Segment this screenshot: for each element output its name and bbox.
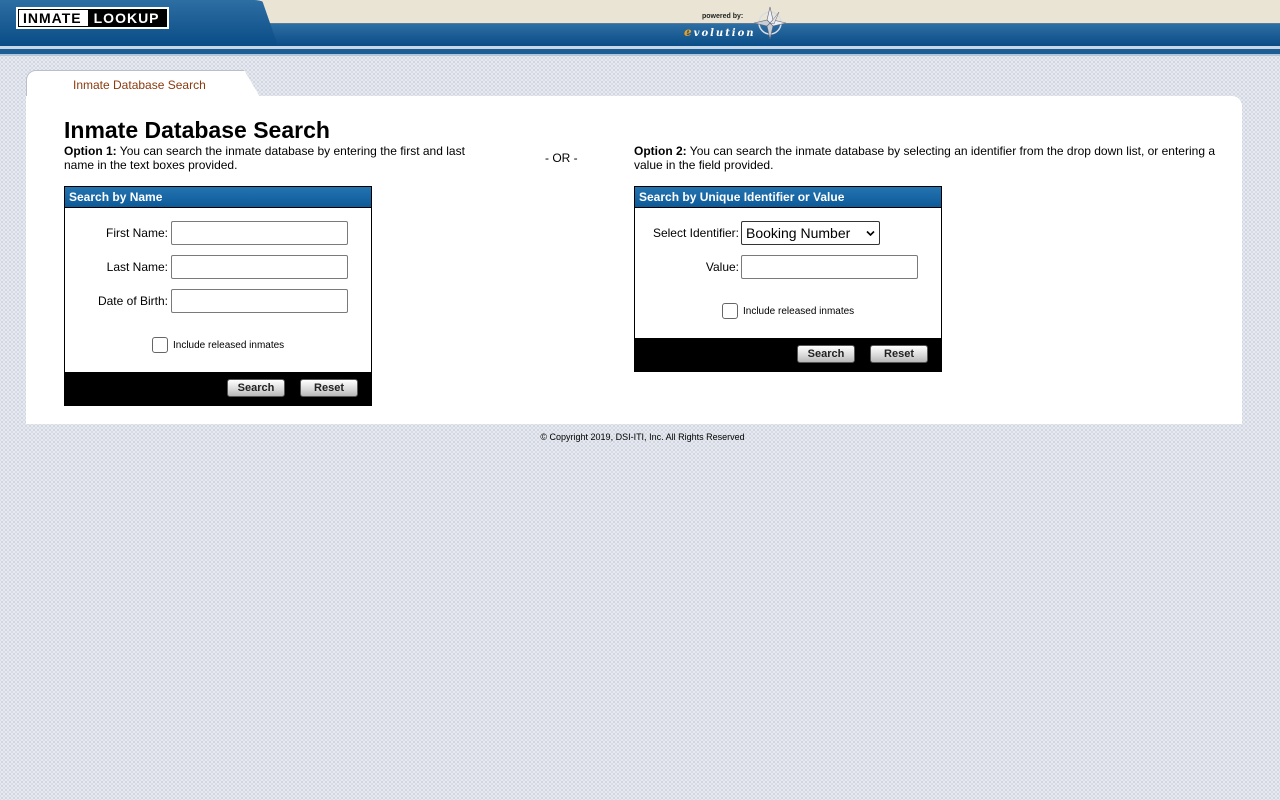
include-released-checkbox[interactable] bbox=[722, 303, 738, 319]
page-title: Inmate Database Search bbox=[64, 117, 330, 143]
option2-description: Option 2: You can search the inmate data… bbox=[634, 144, 1234, 172]
search-by-name-header: Search by Name bbox=[65, 187, 371, 208]
or-separator: - OR - bbox=[545, 151, 578, 165]
logo-text-lookup: LOOKUP bbox=[87, 10, 166, 26]
identifier-select[interactable]: Booking Number bbox=[741, 221, 880, 245]
reset-button[interactable]: Reset bbox=[300, 379, 358, 397]
app-header: INMATE LOOKUP powered by: evolution bbox=[0, 0, 1280, 56]
include-released-checkbox[interactable] bbox=[152, 337, 168, 353]
select-identifier-label: Select Identifier: bbox=[652, 226, 739, 240]
search-by-identifier-footer: Search Reset bbox=[635, 338, 941, 371]
search-button[interactable]: Search bbox=[227, 379, 285, 397]
first-name-label: First Name: bbox=[105, 226, 168, 240]
evolution-wordmark: evolution bbox=[684, 25, 756, 39]
value-field[interactable] bbox=[741, 255, 918, 279]
search-by-name-box: Search by Name First Name: Last Name: Da… bbox=[64, 186, 372, 406]
identifier-select-value: Booking Number bbox=[746, 225, 851, 241]
last-name-label: Last Name: bbox=[106, 260, 168, 274]
dob-field[interactable] bbox=[171, 289, 348, 313]
dob-label: Date of Birth: bbox=[97, 294, 168, 308]
header-divider bbox=[0, 54, 1280, 56]
evolution-rest: volution bbox=[693, 28, 756, 39]
option1-description: Option 1: You can search the inmate data… bbox=[64, 144, 484, 172]
include-released-label: Include released inmates bbox=[743, 306, 855, 317]
include-released-label: Include released inmates bbox=[173, 340, 285, 351]
option2-text: You can search the inmate database by se… bbox=[634, 144, 1215, 172]
search-by-identifier-box: Search by Unique Identifier or Value Sel… bbox=[634, 186, 942, 372]
evolution-e: e bbox=[684, 25, 694, 39]
last-name-field[interactable] bbox=[171, 255, 348, 279]
tab-label[interactable]: Inmate Database Search bbox=[73, 78, 206, 92]
search-by-name-footer: Search Reset bbox=[65, 372, 371, 405]
option1-label: Option 1: bbox=[64, 144, 117, 158]
logo-text-inmate: INMATE bbox=[23, 10, 82, 26]
inmate-lookup-logo[interactable]: INMATE LOOKUP bbox=[16, 7, 169, 29]
reset-button[interactable]: Reset bbox=[870, 345, 928, 363]
first-name-field[interactable] bbox=[171, 221, 348, 245]
search-button[interactable]: Search bbox=[797, 345, 855, 363]
option2-label: Option 2: bbox=[634, 144, 687, 158]
compass-icon bbox=[753, 6, 787, 40]
search-by-identifier-header: Search by Unique Identifier or Value bbox=[635, 187, 941, 208]
powered-by-evolution-logo: powered by: evolution bbox=[684, 5, 794, 41]
chevron-down-icon bbox=[866, 230, 875, 237]
powered-by-label: powered by: bbox=[702, 13, 744, 20]
value-label: Value: bbox=[705, 260, 739, 274]
copyright-footer: © Copyright 2019, DSI-ITI, Inc. All Righ… bbox=[540, 432, 745, 442]
option1-text: You can search the inmate database by en… bbox=[64, 144, 465, 172]
